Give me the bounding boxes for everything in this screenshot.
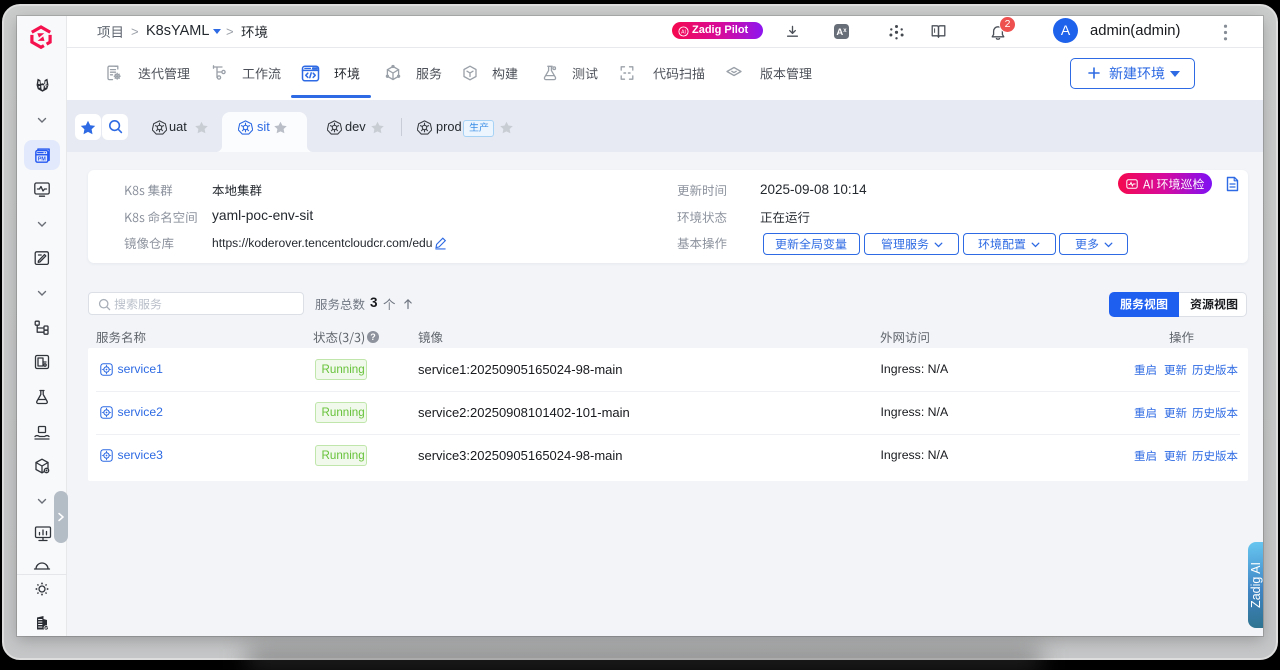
svg-text:PM: PM (37, 156, 46, 162)
svg-text:AI: AI (681, 29, 686, 35)
